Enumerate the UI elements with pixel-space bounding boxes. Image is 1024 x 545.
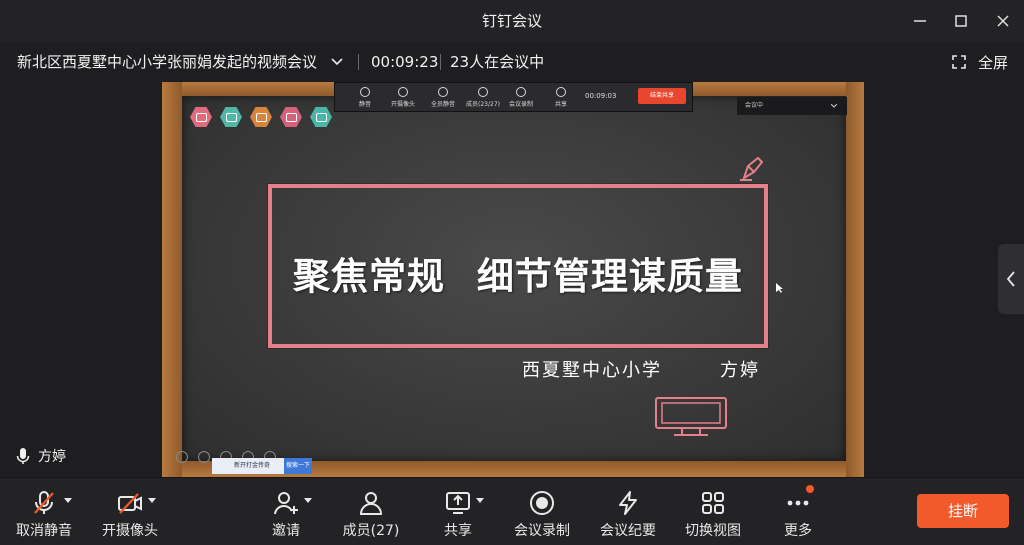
divider bbox=[440, 54, 441, 70]
microphone-icon bbox=[16, 448, 30, 464]
hex-icon bbox=[250, 107, 272, 127]
monitor-icon bbox=[655, 397, 727, 436]
record-icon bbox=[530, 491, 554, 515]
notification-dot bbox=[806, 485, 814, 493]
minimize-icon bbox=[914, 20, 926, 22]
share-label: 共享 bbox=[444, 523, 472, 539]
board-frame bbox=[162, 82, 182, 477]
hangup-button[interactable]: 挂断 bbox=[917, 494, 1009, 528]
mini-camera: 开摄像头 bbox=[383, 87, 423, 108]
nav-icon bbox=[198, 451, 210, 463]
chevron-down-icon bbox=[831, 104, 837, 108]
side-panel-toggle[interactable] bbox=[998, 244, 1024, 314]
mini-mute-all: 全员静音 bbox=[423, 87, 463, 108]
minimize-button[interactable] bbox=[907, 8, 933, 34]
shared-mini-toolbar: 静音 开摄像头 全员静音 成员(23/27) 会议录制 共享 00:09:03 … bbox=[334, 82, 693, 112]
minutes-icon bbox=[619, 491, 637, 515]
members-button[interactable]: 成员(27) bbox=[338, 478, 404, 545]
mini-mute: 静音 bbox=[345, 87, 385, 108]
board-frame bbox=[846, 82, 864, 477]
meeting-timer: 00:09:23 bbox=[371, 53, 439, 71]
more-label: 更多 bbox=[784, 523, 812, 539]
hex-icon bbox=[190, 107, 212, 127]
shared-taskbar-button: 搜索一下 bbox=[284, 458, 312, 474]
close-icon bbox=[997, 15, 1009, 27]
more-icon bbox=[787, 500, 809, 506]
mini-status: 会议中 bbox=[737, 97, 847, 115]
unmute-label: 取消静音 bbox=[16, 523, 72, 539]
members-label: 成员(27) bbox=[342, 523, 400, 539]
mini-members: 成员(23/27) bbox=[463, 87, 503, 108]
mini-record: 会议录制 bbox=[501, 87, 541, 108]
maximize-button[interactable] bbox=[948, 8, 974, 34]
title-bar: 钉钉会议 bbox=[0, 0, 1024, 43]
hex-icon bbox=[220, 107, 242, 127]
slide-author: 方婷 bbox=[720, 360, 760, 381]
nav-icon bbox=[176, 451, 188, 463]
slide-school: 西夏墅中心小学 bbox=[522, 360, 662, 381]
meeting-info-bar: 新北区西夏墅中心小学张丽娟发起的视频会议 00:09:23 23人在会议中 全屏 bbox=[0, 42, 1024, 82]
chevron-left-icon bbox=[1006, 271, 1015, 287]
share-screen-icon bbox=[446, 492, 470, 514]
slide-headline: 聚焦常规 细节管理谋质量 bbox=[293, 255, 743, 298]
chevron-down-icon[interactable] bbox=[330, 55, 344, 69]
minutes-label: 会议纪要 bbox=[600, 523, 656, 539]
grid-view-icon bbox=[702, 492, 724, 514]
fullscreen-label: 全屏 bbox=[977, 53, 1008, 72]
mini-status-label: 会议中 bbox=[745, 102, 764, 109]
meeting-title[interactable]: 新北区西夏墅中心小学张丽娟发起的视频会议 bbox=[17, 42, 317, 82]
divider bbox=[358, 54, 359, 70]
dropdown-caret-icon[interactable] bbox=[64, 498, 72, 504]
invite-button[interactable]: 邀请 bbox=[258, 478, 314, 545]
fullscreen-icon bbox=[952, 55, 966, 69]
record-label: 会议录制 bbox=[514, 523, 570, 539]
share-button[interactable]: 共享 bbox=[430, 478, 486, 545]
hex-icon bbox=[280, 107, 302, 127]
unmute-button[interactable]: 取消静音 bbox=[10, 478, 78, 545]
maximize-icon bbox=[955, 15, 967, 27]
camera-button[interactable]: 开摄像头 bbox=[96, 478, 164, 545]
participant-count: 23人在会议中 bbox=[450, 53, 545, 71]
pen-icon bbox=[740, 156, 764, 181]
dropdown-caret-icon[interactable] bbox=[148, 498, 156, 504]
window-title: 钉钉会议 bbox=[481, 12, 542, 30]
meeting-toolbar: 取消静音 开摄像头 邀请 成员(27) 共享 会议录制 会议纪要 切换视图 更多 bbox=[0, 477, 1024, 545]
camera-label: 开摄像头 bbox=[102, 523, 158, 539]
mini-share: 共享 bbox=[541, 87, 581, 108]
invite-label: 邀请 bbox=[272, 523, 300, 539]
dropdown-caret-icon[interactable] bbox=[476, 498, 484, 504]
hex-icon bbox=[310, 107, 332, 127]
dropdown-caret-icon[interactable] bbox=[304, 498, 312, 504]
hex-icon-row bbox=[190, 107, 332, 127]
mini-end-share: 结束共享 bbox=[638, 88, 686, 104]
close-button[interactable] bbox=[990, 8, 1016, 34]
switch-view-button[interactable]: 切换视图 bbox=[680, 478, 746, 545]
record-button[interactable]: 会议录制 bbox=[508, 478, 576, 545]
members-icon bbox=[359, 492, 383, 515]
more-button[interactable]: 更多 bbox=[772, 478, 824, 545]
fullscreen-button[interactable]: 全屏 bbox=[952, 42, 1008, 82]
mouse-cursor-icon bbox=[776, 283, 783, 293]
mic-muted-icon bbox=[34, 491, 54, 514]
mini-timer: 00:09:03 bbox=[585, 92, 617, 100]
speaker-name: 方婷 bbox=[38, 449, 66, 465]
minutes-button[interactable]: 会议纪要 bbox=[594, 478, 662, 545]
invite-user-icon bbox=[274, 492, 298, 515]
switch-view-label: 切换视图 bbox=[685, 523, 741, 539]
active-speaker: 方婷 bbox=[16, 446, 66, 466]
camera-off-icon bbox=[118, 493, 142, 514]
